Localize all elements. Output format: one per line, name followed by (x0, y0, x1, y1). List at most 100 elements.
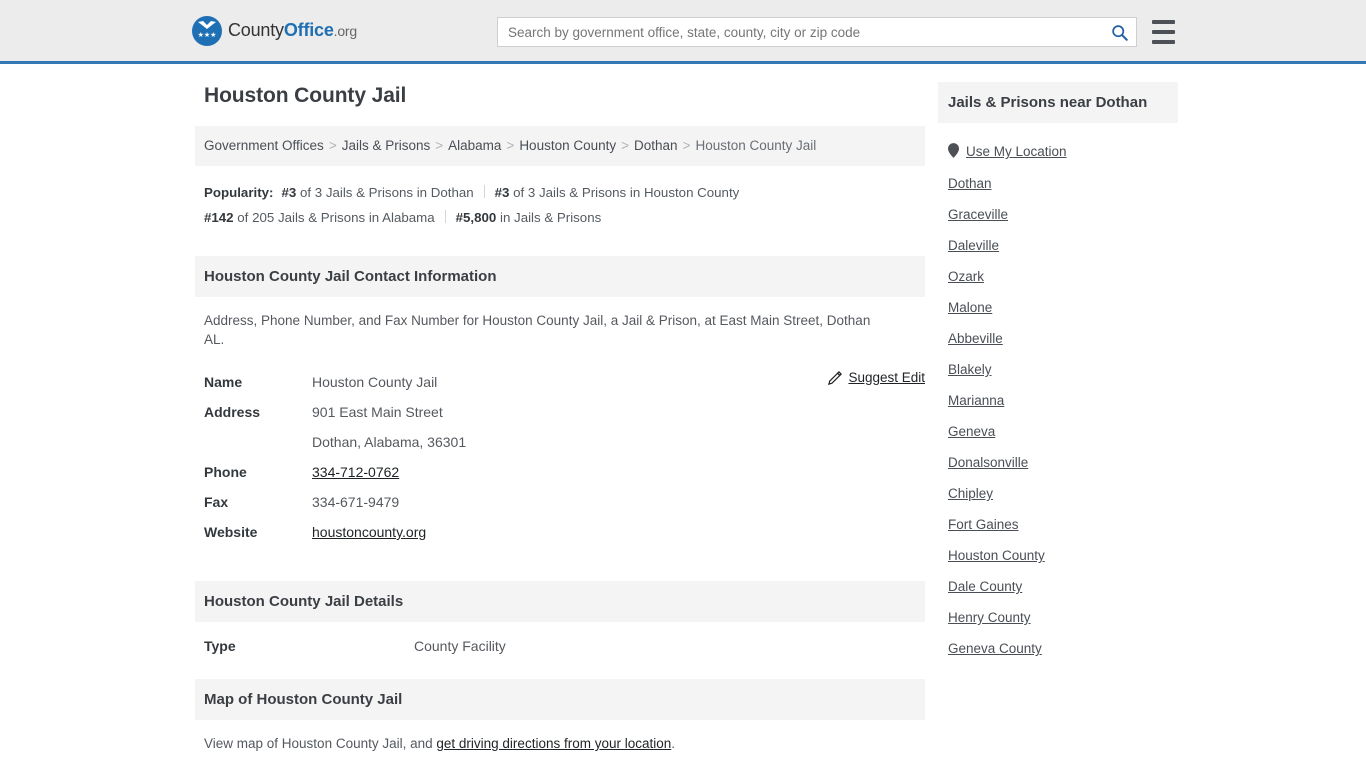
contact-key: Fax (204, 494, 229, 510)
sidebar-item-ozark[interactable]: Ozark (938, 261, 1178, 292)
sidebar-item-geneva[interactable]: Geneva (938, 416, 1178, 447)
sidebar-link[interactable]: Graceville (948, 207, 1008, 222)
sidebar-link[interactable]: Abbeville (948, 331, 1003, 346)
contact-value-website: houstoncounty.org (312, 517, 426, 547)
breadcrumb-item-jails-prisons[interactable]: Jails & Prisons (342, 138, 431, 153)
sidebar-list: Use My Location Dothan Graceville Dalevi… (938, 123, 1178, 664)
sidebar-link[interactable]: Geneva County (948, 641, 1042, 656)
main-content: Houston County Jail Government Offices > J… (195, 84, 925, 753)
sidebar-link[interactable]: Geneva (948, 424, 995, 439)
sidebar-link[interactable]: Daleville (948, 238, 999, 253)
sidebar-link[interactable]: Marianna (948, 393, 1004, 408)
breadcrumb-item-houston-county[interactable]: Houston County (519, 138, 616, 153)
logo-text-org: .org (333, 23, 358, 39)
sidebar-item-geneva-county[interactable]: Geneva County (938, 633, 1178, 664)
hamburger-menu-icon[interactable] (1152, 20, 1175, 44)
logo-stars-icon: ★★★ (197, 31, 217, 39)
contact-section-header: Houston County Jail Contact Information (195, 256, 925, 297)
contact-description: Address, Phone Number, and Fax Number fo… (204, 313, 871, 347)
contact-value-phone: 334-712-0762 (312, 457, 399, 487)
sidebar-link[interactable]: Fort Gaines (948, 517, 1019, 532)
details-section-header: Houston County Jail Details (195, 581, 925, 622)
sidebar-item-henry-county[interactable]: Henry County (938, 602, 1178, 633)
popularity-rank: #3 (281, 185, 297, 200)
hamburger-bar (1152, 20, 1175, 24)
popularity-item-alabama: #142 of 205 Jails & Prisons in Alabama (204, 210, 435, 225)
logo-text-county: County (228, 20, 284, 40)
sidebar-item-dothan[interactable]: Dothan (938, 168, 1178, 199)
contact-row-fax: Fax 334-671-9479 (195, 487, 925, 517)
sidebar-header: Jails & Prisons near Dothan (938, 82, 1178, 123)
sidebar-link[interactable]: Blakely (948, 362, 992, 377)
breadcrumb-separator-icon: > (435, 138, 444, 153)
breadcrumb-item-dothan[interactable]: Dothan (634, 138, 678, 153)
contact-value-street: 901 East Main Street (312, 404, 443, 420)
sidebar-item-malone[interactable]: Malone (938, 292, 1178, 323)
suggest-edit-button[interactable]: Suggest Edit (828, 370, 925, 385)
use-my-location-link[interactable]: Use My Location (966, 144, 1067, 159)
sidebar-link[interactable]: Malone (948, 300, 992, 315)
breadcrumb-item-government-offices[interactable]: Government Offices (204, 138, 324, 153)
website-link[interactable]: houstoncounty.org (312, 524, 426, 540)
popularity-text: in Jails & Prisons (496, 210, 602, 225)
sidebar-link[interactable]: Dothan (948, 176, 992, 191)
sidebar: Jails & Prisons near Dothan Use My Locat… (938, 82, 1178, 664)
contact-value-city: Dothan, Alabama, 36301 (312, 434, 467, 450)
popularity-text: of 3 Jails & Prisons in Houston County (509, 185, 740, 200)
eagle-logo-icon: ★★★ (192, 15, 222, 46)
edit-pencil-icon (828, 370, 843, 385)
contact-key: Name (204, 374, 243, 390)
details-row-type: Type County Facility (195, 622, 925, 654)
sidebar-item-donalsonville[interactable]: Donalsonville (938, 447, 1178, 478)
contact-row-website: Website houstoncounty.org (195, 517, 925, 547)
contact-value-name: Houston County Jail (312, 374, 438, 390)
contact-row-phone: Phone 334-712-0762 (195, 457, 925, 487)
search-icon (1111, 24, 1128, 41)
breadcrumb-separator-icon: > (328, 138, 337, 153)
hamburger-bar (1152, 40, 1175, 44)
site-logo[interactable]: ★★★ CountyOffice.org (192, 15, 357, 46)
sidebar-item-abbeville[interactable]: Abbeville (938, 323, 1178, 354)
contact-row-address: Address 901 East Main Street (195, 397, 925, 427)
sidebar-item-houston-county[interactable]: Houston County (938, 540, 1178, 571)
sidebar-item-daleville[interactable]: Daleville (938, 230, 1178, 261)
sidebar-link[interactable]: Henry County (948, 610, 1031, 625)
eagle-glyph-icon (198, 20, 216, 29)
popularity-rank: #3 (494, 185, 510, 200)
breadcrumb-item-alabama[interactable]: Alabama (448, 138, 501, 153)
sidebar-item-chipley[interactable]: Chipley (938, 478, 1178, 509)
phone-link[interactable]: 334-712-0762 (312, 464, 399, 480)
sidebar-item-graceville[interactable]: Graceville (938, 199, 1178, 230)
map-description: View map of Houston County Jail, and get… (195, 720, 925, 753)
sidebar-item-fort-gaines[interactable]: Fort Gaines (938, 509, 1178, 540)
popularity-rank: #5,800 (455, 210, 497, 225)
sidebar-item-use-my-location[interactable]: Use My Location (938, 135, 1178, 168)
popularity-label: Popularity: (204, 185, 274, 200)
popularity-item-houston-county: #3 of 3 Jails & Prisons in Houston Count… (495, 185, 740, 200)
popularity-rank: #142 (204, 210, 234, 225)
logo-text: CountyOffice.org (228, 20, 357, 41)
contact-key: Website (204, 524, 258, 540)
sidebar-link[interactable]: Donalsonville (948, 455, 1028, 470)
sidebar-link[interactable]: Dale County (948, 579, 1022, 594)
popularity-separator (444, 210, 446, 223)
sidebar-link[interactable]: Chipley (948, 486, 993, 501)
sidebar-item-dale-county[interactable]: Dale County (938, 571, 1178, 602)
search-button[interactable] (1102, 18, 1136, 46)
search-input[interactable] (498, 18, 1102, 46)
sidebar-link[interactable]: Ozark (948, 269, 984, 284)
popularity-separator (483, 185, 485, 198)
contact-row-name: Name Houston County Jail (195, 367, 925, 397)
sidebar-item-blakely[interactable]: Blakely (938, 354, 1178, 385)
sidebar-link[interactable]: Houston County (948, 548, 1045, 563)
details-key: Type (204, 638, 236, 654)
popularity-section: Popularity: #3 of 3 Jails & Prisons in Do… (195, 166, 925, 238)
map-text-before: View map of Houston County Jail, and (204, 736, 437, 751)
contact-key: Phone (204, 464, 247, 480)
driving-directions-link[interactable]: get driving directions from your locatio… (436, 736, 671, 751)
map-pin-glyph-icon (948, 143, 959, 158)
search-bar[interactable] (497, 17, 1137, 47)
sidebar-item-marianna[interactable]: Marianna (938, 385, 1178, 416)
site-header: ★★★ CountyOffice.org (0, 0, 1366, 64)
popularity-item-dothan: #3 of 3 Jails & Prisons in Dothan (281, 185, 473, 200)
